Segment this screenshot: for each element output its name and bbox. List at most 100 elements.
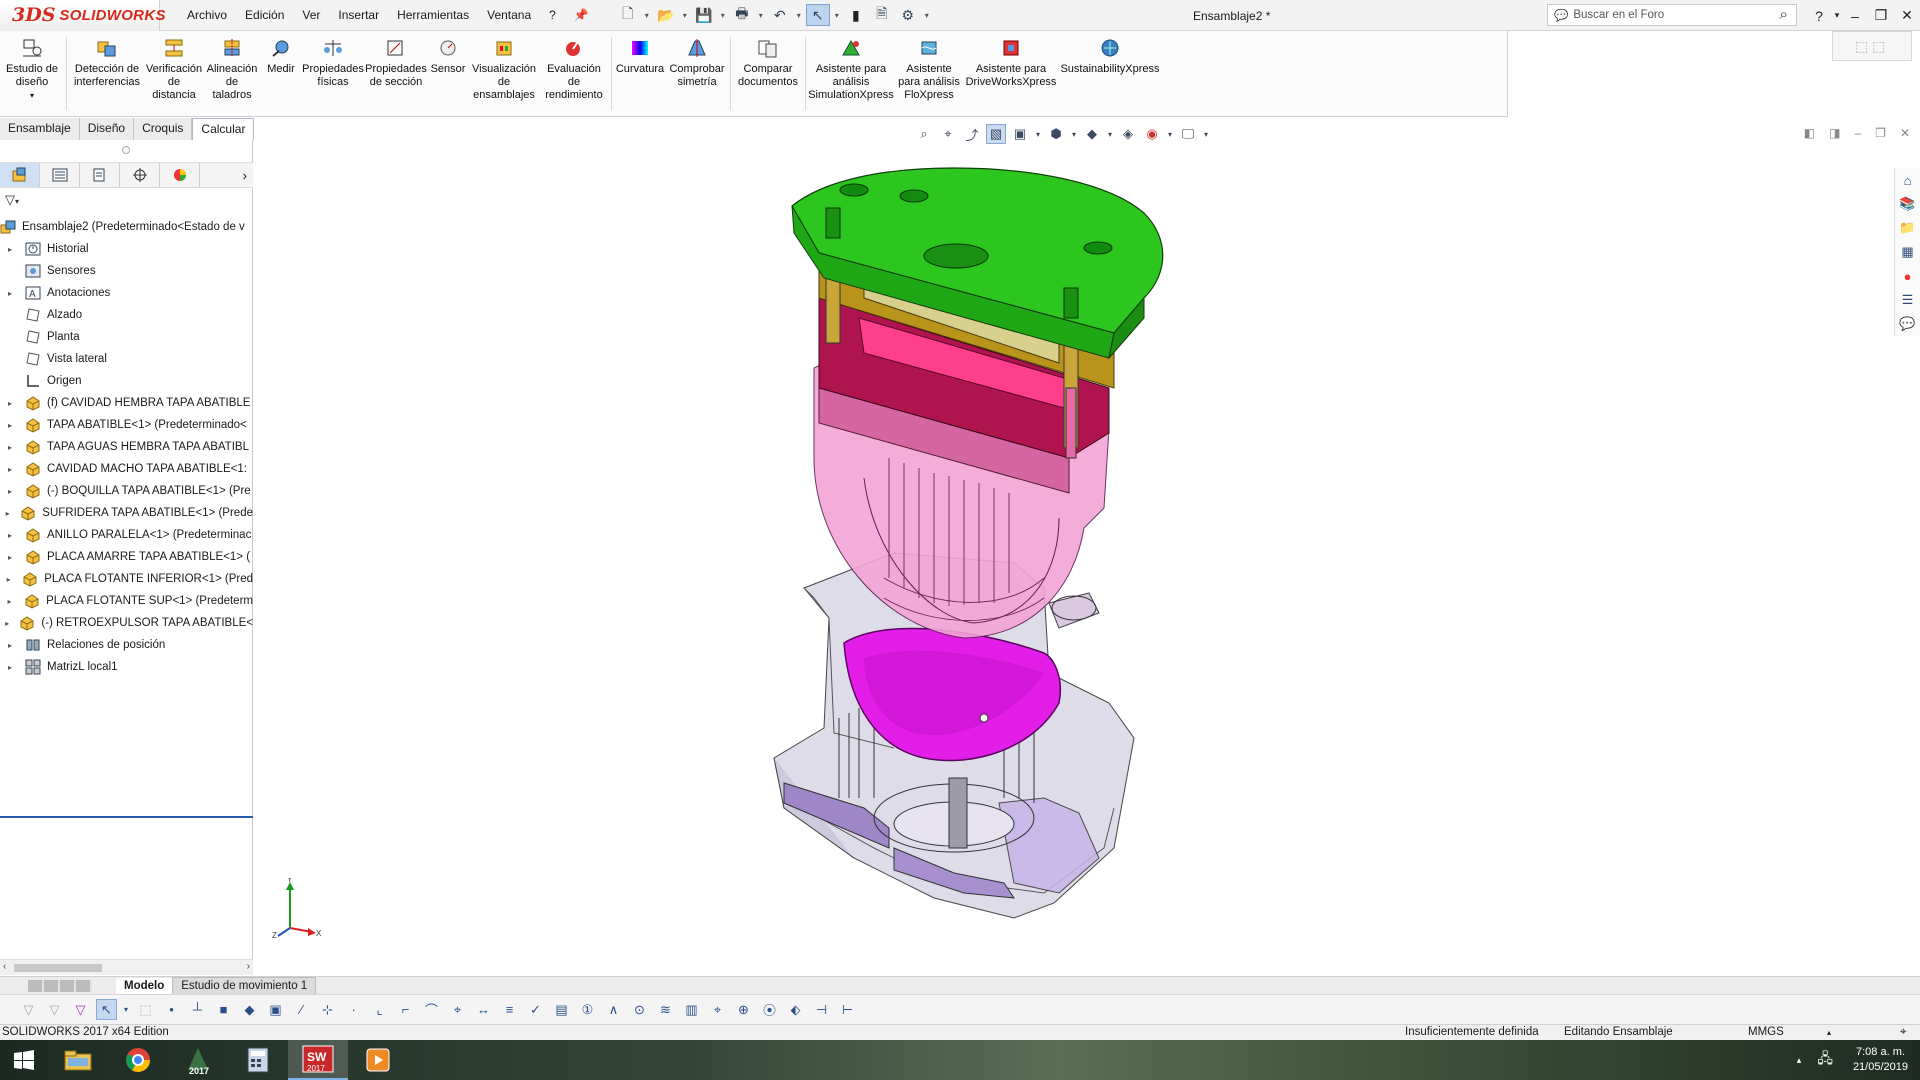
mass-props-button[interactable]: Propiedades físicas bbox=[301, 31, 365, 116]
compare-button[interactable]: Comparar documentos bbox=[733, 31, 803, 116]
units-selector[interactable]: MMGS bbox=[1748, 1026, 1784, 1038]
expand-arrow-icon[interactable]: ▸ bbox=[5, 531, 15, 540]
view-settings-dropdown-icon[interactable]: ▾ bbox=[1202, 124, 1210, 144]
assembly-viz-button[interactable]: Visualización de ensamblajes bbox=[469, 31, 539, 116]
performance-button[interactable]: Evaluación de rendimiento bbox=[539, 31, 609, 116]
symmetry-button[interactable]: Comprobar simetría bbox=[666, 31, 728, 116]
tab-navigation-arrows[interactable] bbox=[28, 979, 92, 992]
undo-icon[interactable]: ↶ bbox=[768, 4, 792, 26]
undo-dropdown-icon[interactable]: ▾ bbox=[794, 11, 804, 20]
chrome-icon[interactable] bbox=[108, 1040, 168, 1080]
interference-button[interactable]: Detección de interferencias bbox=[69, 31, 145, 116]
help-dropdown-icon[interactable]: ▾ bbox=[1832, 10, 1842, 21]
tree-item[interactable]: ▸ CAVIDAD MACHO TAPA ABATIBLE<1: bbox=[0, 458, 253, 480]
edit-appearance-icon[interactable]: ◉ bbox=[1142, 124, 1162, 144]
split-left-icon[interactable]: ◧ bbox=[1804, 126, 1815, 140]
open-icon[interactable]: 📂 bbox=[654, 4, 678, 26]
tree-item[interactable]: ▸ Historial bbox=[0, 238, 253, 260]
tree-item[interactable]: ▸ (f) CAVIDAD HEMBRA TAPA ABATIBLE bbox=[0, 392, 253, 414]
tree-item[interactable]: ▸ MatrizL local1 bbox=[0, 656, 253, 678]
restore-icon[interactable]: ❐ bbox=[1868, 7, 1894, 24]
solid-body-icon[interactable]: ▣ bbox=[265, 999, 286, 1020]
section-view-icon[interactable]: ▧ bbox=[986, 124, 1006, 144]
close-icon[interactable]: ✕ bbox=[1894, 7, 1920, 24]
expand-arrow-icon[interactable]: ▸ bbox=[5, 465, 15, 474]
rollback-bar[interactable] bbox=[0, 816, 253, 818]
tree-item[interactable]: Vista lateral bbox=[0, 348, 253, 370]
floxpress-button[interactable]: Asistente para análisis FloXpress bbox=[894, 31, 964, 116]
view-orientation-icon[interactable]: ⬢ bbox=[1046, 124, 1066, 144]
search-icon[interactable]: ⌕ bbox=[1780, 6, 1788, 23]
view-toggle-icon[interactable]: ⬚ ⬚ bbox=[1855, 38, 1885, 55]
tree-item[interactable]: Origen bbox=[0, 370, 253, 392]
tree-item[interactable]: ▸ PLACA AMARRE TAPA ABATIBLE<1> ( bbox=[0, 546, 253, 568]
expand-arrow-icon[interactable]: ▸ bbox=[5, 289, 15, 298]
tree-item[interactable]: ▸ ANILLO PARALELA<1> (Predeterminac bbox=[0, 524, 253, 546]
custom-properties-icon[interactable]: ☰ bbox=[1897, 288, 1919, 312]
propertymanager-tab[interactable] bbox=[40, 163, 80, 187]
save-dropdown-icon[interactable]: ▾ bbox=[718, 11, 728, 20]
tree-item[interactable]: ▸ TAPA AGUAS HEMBRA TAPA ABATIBL bbox=[0, 436, 253, 458]
filter-icon[interactable]: ▽▾ bbox=[5, 192, 19, 208]
edge-icon[interactable]: ∕ bbox=[291, 999, 312, 1020]
new-document-icon[interactable]: 🗋 bbox=[616, 4, 640, 26]
mate-reference-icon[interactable]: ⌖ bbox=[447, 999, 468, 1020]
select-cursor-icon[interactable]: ↖ bbox=[805, 4, 830, 26]
tab-motion-study[interactable]: Estudio de movimiento 1 bbox=[172, 976, 317, 995]
tree-item[interactable]: ▸ Relaciones de posición bbox=[0, 634, 253, 656]
tree-item[interactable]: ▸ PLACA FLOTANTE SUP<1> (Predeterm bbox=[0, 590, 253, 612]
print-icon[interactable]: 🖶 bbox=[730, 4, 754, 26]
menu-edicion[interactable]: Edición bbox=[236, 0, 293, 31]
expand-arrow-icon[interactable]: ▸ bbox=[5, 619, 9, 628]
expand-arrow-icon[interactable]: ▸ bbox=[5, 641, 15, 650]
design-library-icon[interactable]: 📚 bbox=[1897, 192, 1919, 216]
clock[interactable]: 7:08 a. m. 21/05/2019 bbox=[1841, 1045, 1920, 1075]
connection-point-icon[interactable]: ⊣ bbox=[811, 999, 832, 1020]
scroll-right-icon[interactable]: › bbox=[247, 961, 250, 972]
tab-croquis[interactable]: Croquis bbox=[134, 118, 193, 140]
vp-restore-icon[interactable]: ❐ bbox=[1875, 126, 1886, 140]
simxpress-button[interactable]: Asistente para análisis SimulationXpress bbox=[808, 31, 894, 116]
start-button[interactable] bbox=[0, 1040, 48, 1080]
dimxpert-tab[interactable] bbox=[120, 163, 160, 187]
sustainability-button[interactable]: SustainabilityXpress bbox=[1058, 31, 1162, 116]
solidworks-active-icon[interactable]: SW 2017 bbox=[288, 1040, 348, 1080]
chevron-right-icon[interactable]: › bbox=[243, 168, 247, 183]
display-manager-tab[interactable] bbox=[160, 163, 200, 187]
tree-item[interactable]: Alzado bbox=[0, 304, 253, 326]
clearance-button[interactable]: Verificación de distancia bbox=[145, 31, 203, 116]
tree-item[interactable]: ▸ SUFRIDERA TAPA ABATIBLE<1> (Prede bbox=[0, 502, 253, 524]
tree-root-item[interactable]: Ensamblaje2 (Predeterminado<Estado de v bbox=[0, 216, 253, 238]
sensor-button[interactable]: Sensor bbox=[427, 31, 469, 116]
face-icon[interactable]: ◆ bbox=[239, 999, 260, 1020]
expand-arrow-icon[interactable]: ▸ bbox=[5, 245, 15, 254]
edit-appearance-dropdown-icon[interactable]: ▾ bbox=[1166, 124, 1174, 144]
display-style-icon[interactable]: ◆ bbox=[1082, 124, 1102, 144]
expand-arrow-icon[interactable]: ▸ bbox=[5, 399, 15, 408]
measure-button[interactable]: Medir bbox=[261, 31, 301, 116]
datum-target-icon[interactable]: ⊙ bbox=[629, 999, 650, 1020]
tree-item[interactable]: ▸ PLACA FLOTANTE INFERIOR<1> (Pred bbox=[0, 568, 253, 590]
weld-icon[interactable]: ✓ bbox=[525, 999, 546, 1020]
scroll-left-icon[interactable]: ‹ bbox=[3, 961, 6, 972]
expand-arrow-icon[interactable]: ▸ bbox=[5, 575, 12, 584]
expand-arrow-icon[interactable]: ▸ bbox=[5, 663, 15, 672]
dimension-icon[interactable]: ↔ bbox=[473, 999, 494, 1020]
section-props-button[interactable]: Propiedades de sección bbox=[365, 31, 427, 116]
solidworks-logo[interactable]: 3DS SOLIDWORKS bbox=[0, 0, 165, 31]
scroll-thumb[interactable] bbox=[14, 964, 102, 972]
select-pointer-icon[interactable]: ↖ bbox=[96, 999, 117, 1020]
note-icon[interactable]: ▤ bbox=[551, 999, 572, 1020]
tab-ensamblaje[interactable]: Ensamblaje bbox=[0, 118, 80, 140]
select-pointer-dropdown-icon[interactable]: ▾ bbox=[122, 999, 130, 1020]
menu-ver[interactable]: Ver bbox=[293, 0, 329, 31]
balloon-icon[interactable]: ① bbox=[577, 999, 598, 1020]
forum-pane-icon[interactable]: 💬 bbox=[1897, 312, 1919, 336]
view-settings-icon[interactable]: 🖵 bbox=[1178, 124, 1198, 144]
sketch-segment-icon[interactable]: ⌞ bbox=[369, 999, 390, 1020]
split-right-icon[interactable]: ◨ bbox=[1829, 126, 1840, 140]
hide-show-items-icon[interactable]: ◈ bbox=[1118, 124, 1138, 144]
open-dropdown-icon[interactable]: ▾ bbox=[680, 11, 690, 20]
expand-arrow-icon[interactable]: ▸ bbox=[5, 421, 15, 430]
menu-herramientas[interactable]: Herramientas bbox=[388, 0, 478, 31]
